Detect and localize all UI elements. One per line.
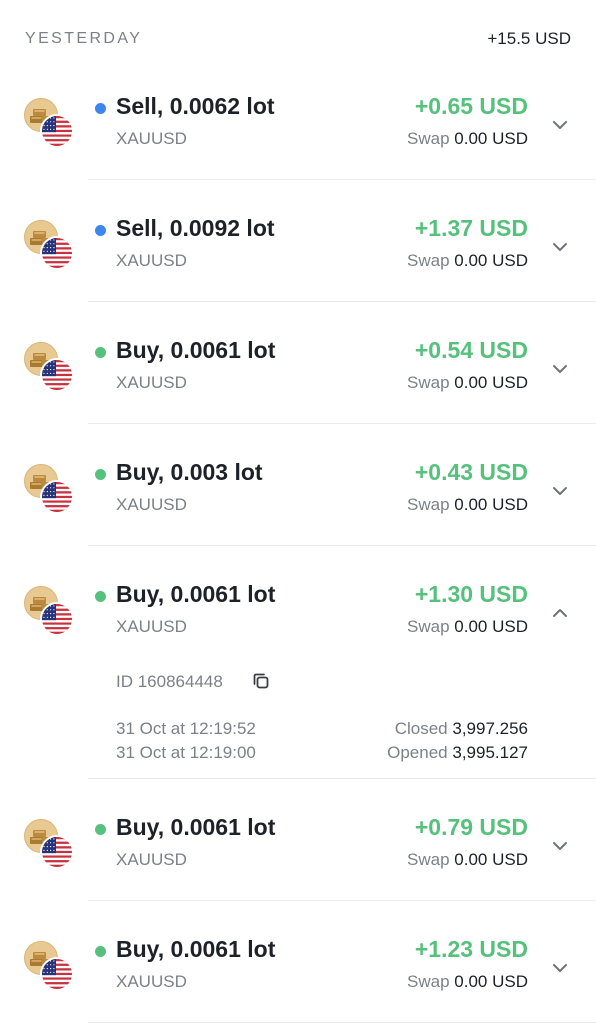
opened-price: 3,995.127 bbox=[452, 743, 528, 762]
swap-value: 0.00 USD bbox=[454, 373, 528, 392]
trade-row[interactable]: Buy, 0.0061 lot XAUUSD +0.54 USD Swap 0.00 … bbox=[0, 302, 596, 424]
trade-title: Buy, 0.0061 lot bbox=[116, 581, 276, 607]
trade-title: Buy, 0.0061 lot bbox=[116, 337, 276, 363]
trade-row[interactable]: Buy, 0.0061 lot XAUUSD +1.23 USD Swap 0.00 … bbox=[0, 901, 596, 1023]
trade-row[interactable]: Sell, 0.0092 lot XAUUSD +1.37 USD Swap 0.00… bbox=[0, 180, 596, 302]
chevron-down-icon[interactable] bbox=[550, 958, 570, 978]
us-flag-icon bbox=[40, 114, 74, 148]
swap-value: 0.00 USD bbox=[454, 972, 528, 991]
trade-pnl: +0.43 USD bbox=[414, 459, 528, 485]
swap-label: Swap bbox=[407, 495, 450, 514]
swap-label: Swap bbox=[407, 373, 450, 392]
side-indicator-dot bbox=[95, 347, 106, 358]
trade-pnl: +0.65 USD bbox=[414, 93, 528, 119]
opened-time: 31 Oct at 12:19:00 bbox=[116, 743, 256, 762]
row-divider bbox=[88, 1022, 596, 1023]
trade-title: Buy, 0.003 lot bbox=[116, 459, 263, 485]
trade-swap: Swap 0.00 USD bbox=[407, 129, 528, 149]
opened-label: Opened bbox=[387, 743, 448, 762]
trade-pnl: +0.79 USD bbox=[414, 814, 528, 840]
closed-time: 31 Oct at 12:19:52 bbox=[116, 719, 256, 738]
chevron-down-icon[interactable] bbox=[550, 237, 570, 257]
trade-symbol: XAUUSD bbox=[116, 251, 187, 270]
day-total: +15.5 USD bbox=[487, 29, 571, 48]
trade-swap: Swap 0.00 USD bbox=[407, 850, 528, 870]
instrument-icon bbox=[24, 342, 76, 394]
trade-swap: Swap 0.00 USD bbox=[407, 495, 528, 515]
trade-symbol: XAUUSD bbox=[116, 129, 187, 148]
chevron-down-icon[interactable] bbox=[550, 359, 570, 379]
us-flag-icon bbox=[40, 480, 74, 514]
us-flag-icon bbox=[40, 602, 74, 636]
swap-value: 0.00 USD bbox=[454, 617, 528, 636]
swap-value: 0.00 USD bbox=[454, 495, 528, 514]
trade-swap: Swap 0.00 USD bbox=[407, 972, 528, 992]
closed-price-line: Closed 3,997.256 bbox=[395, 719, 528, 739]
trade-symbol: XAUUSD bbox=[116, 373, 187, 392]
us-flag-icon bbox=[40, 835, 74, 869]
swap-label: Swap bbox=[407, 972, 450, 991]
trade-symbol: XAUUSD bbox=[116, 850, 187, 869]
trade-symbol: XAUUSD bbox=[116, 972, 187, 991]
trade-pnl: +1.37 USD bbox=[414, 215, 528, 241]
side-indicator-dot bbox=[95, 824, 106, 835]
swap-value: 0.00 USD bbox=[454, 251, 528, 270]
day-header: YESTERDAY +15.5 USD bbox=[0, 0, 596, 78]
opened-price-line: Opened 3,995.127 bbox=[387, 743, 528, 763]
trade-pnl: +0.54 USD bbox=[414, 337, 528, 363]
side-indicator-dot bbox=[95, 469, 106, 480]
trade-symbol: XAUUSD bbox=[116, 495, 187, 514]
chevron-down-icon[interactable] bbox=[550, 115, 570, 135]
trade-id: ID 160864448 bbox=[116, 672, 223, 691]
trade-pnl: +1.23 USD bbox=[414, 936, 528, 962]
swap-value: 0.00 USD bbox=[454, 850, 528, 869]
trade-title: Buy, 0.0061 lot bbox=[116, 814, 276, 840]
closed-price: 3,997.256 bbox=[452, 719, 528, 738]
trade-row[interactable]: Buy, 0.0061 lot XAUUSD +0.79 USD Swap 0.00 … bbox=[0, 779, 596, 901]
trade-swap: Swap 0.00 USD bbox=[407, 373, 528, 393]
day-label: YESTERDAY bbox=[25, 30, 143, 47]
copy-icon[interactable] bbox=[251, 671, 271, 691]
side-indicator-dot bbox=[95, 103, 106, 114]
trade-swap: Swap 0.00 USD bbox=[407, 251, 528, 271]
side-indicator-dot bbox=[95, 946, 106, 957]
us-flag-icon bbox=[40, 957, 74, 991]
trade-row[interactable]: Buy, 0.003 lot XAUUSD +0.43 USD Swap 0.00 U… bbox=[0, 424, 596, 546]
swap-label: Swap bbox=[407, 617, 450, 636]
trade-title: Sell, 0.0062 lot bbox=[116, 93, 275, 119]
chevron-down-icon[interactable] bbox=[550, 836, 570, 856]
us-flag-icon bbox=[40, 236, 74, 270]
swap-label: Swap bbox=[407, 850, 450, 869]
us-flag-icon bbox=[40, 358, 74, 392]
chevron-down-icon[interactable] bbox=[550, 481, 570, 501]
swap-label: Swap bbox=[407, 129, 450, 148]
instrument-icon bbox=[24, 819, 76, 871]
closed-label: Closed bbox=[394, 719, 448, 738]
swap-label: Swap bbox=[407, 251, 450, 270]
trade-title: Buy, 0.0061 lot bbox=[116, 936, 276, 962]
swap-value: 0.00 USD bbox=[454, 129, 528, 148]
side-indicator-dot bbox=[95, 225, 106, 236]
instrument-icon bbox=[24, 98, 76, 150]
trade-symbol: XAUUSD bbox=[116, 617, 187, 636]
instrument-icon bbox=[24, 586, 76, 638]
instrument-icon bbox=[24, 220, 76, 272]
trade-title: Sell, 0.0092 lot bbox=[116, 215, 275, 241]
chevron-up-icon[interactable] bbox=[550, 603, 570, 623]
trade-pnl: +1.30 USD bbox=[414, 581, 528, 607]
trade-row[interactable]: Buy, 0.0061 lot XAUUSD +1.30 USD Swap 0.00 … bbox=[0, 546, 596, 779]
instrument-icon bbox=[24, 464, 76, 516]
instrument-icon bbox=[24, 941, 76, 993]
trade-row[interactable]: Sell, 0.0062 lot XAUUSD +0.65 USD Swap 0.00… bbox=[0, 78, 596, 180]
trade-swap: Swap 0.00 USD bbox=[407, 617, 528, 637]
side-indicator-dot bbox=[95, 591, 106, 602]
